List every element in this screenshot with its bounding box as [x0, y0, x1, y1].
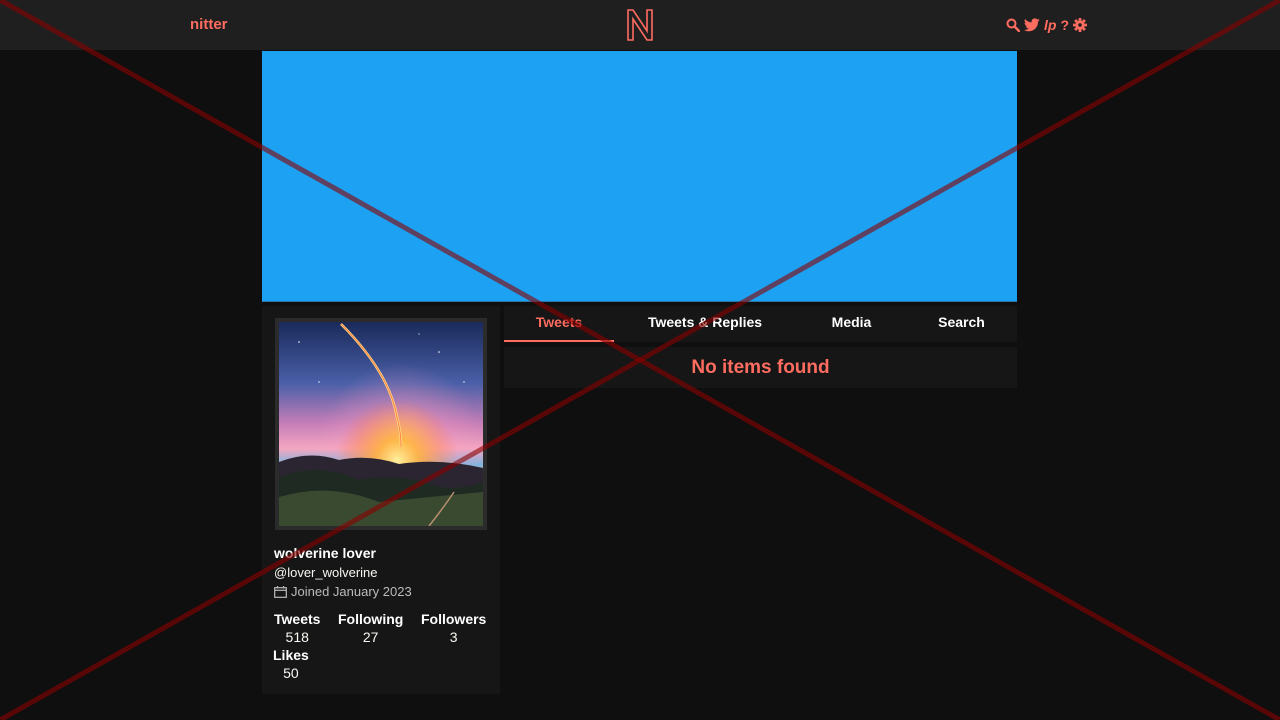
gear-icon[interactable] — [1073, 16, 1088, 34]
joined-text: Joined January 2023 — [291, 584, 412, 599]
nav-icons: lp ? — [1006, 16, 1088, 34]
stat-followers: Followers 3 — [421, 610, 486, 646]
twitter-bird-icon[interactable] — [1024, 16, 1040, 34]
tab-tweets[interactable]: Tweets — [504, 306, 614, 342]
stat-following-label: Following — [338, 611, 404, 627]
stat-tweets-label: Tweets — [274, 611, 321, 627]
tab-search[interactable]: Search — [914, 306, 1009, 340]
timeline-empty-message: No items found — [504, 347, 1017, 388]
timeline-tabs: Tweets Tweets & Replies Media Search — [504, 306, 1017, 342]
calendar-icon — [274, 585, 287, 598]
profile-username[interactable]: @lover_wolverine — [274, 565, 378, 580]
brand-link[interactable]: nitter — [190, 16, 228, 33]
stat-likes-label: Likes — [273, 647, 309, 663]
stat-followers-value: 3 — [449, 629, 458, 645]
lp-icon[interactable]: lp — [1044, 16, 1056, 34]
nitter-logo-icon[interactable] — [625, 7, 655, 43]
avatar[interactable] — [275, 318, 487, 530]
tab-media[interactable]: Media — [804, 306, 899, 340]
navbar: nitter lp ? — [0, 0, 1280, 50]
help-icon[interactable]: ? — [1060, 16, 1069, 34]
stat-tweets-value: 518 — [285, 629, 309, 645]
profile-card: wolverine lover @lover_wolverine Joined … — [262, 306, 500, 694]
stat-tweets: Tweets 518 — [274, 610, 320, 646]
tab-tweets-replies[interactable]: Tweets & Replies — [634, 306, 776, 340]
profile-fullname[interactable]: wolverine lover — [274, 545, 376, 561]
profile-joined: Joined January 2023 — [274, 584, 412, 599]
stat-likes-value: 50 — [283, 665, 299, 681]
profile-banner[interactable] — [262, 51, 1017, 302]
search-icon[interactable] — [1006, 16, 1020, 34]
stat-following-value: 27 — [362, 629, 379, 645]
stat-likes: Likes 50 — [273, 646, 309, 682]
stat-following: Following 27 — [338, 610, 403, 646]
stat-followers-label: Followers — [421, 611, 487, 627]
